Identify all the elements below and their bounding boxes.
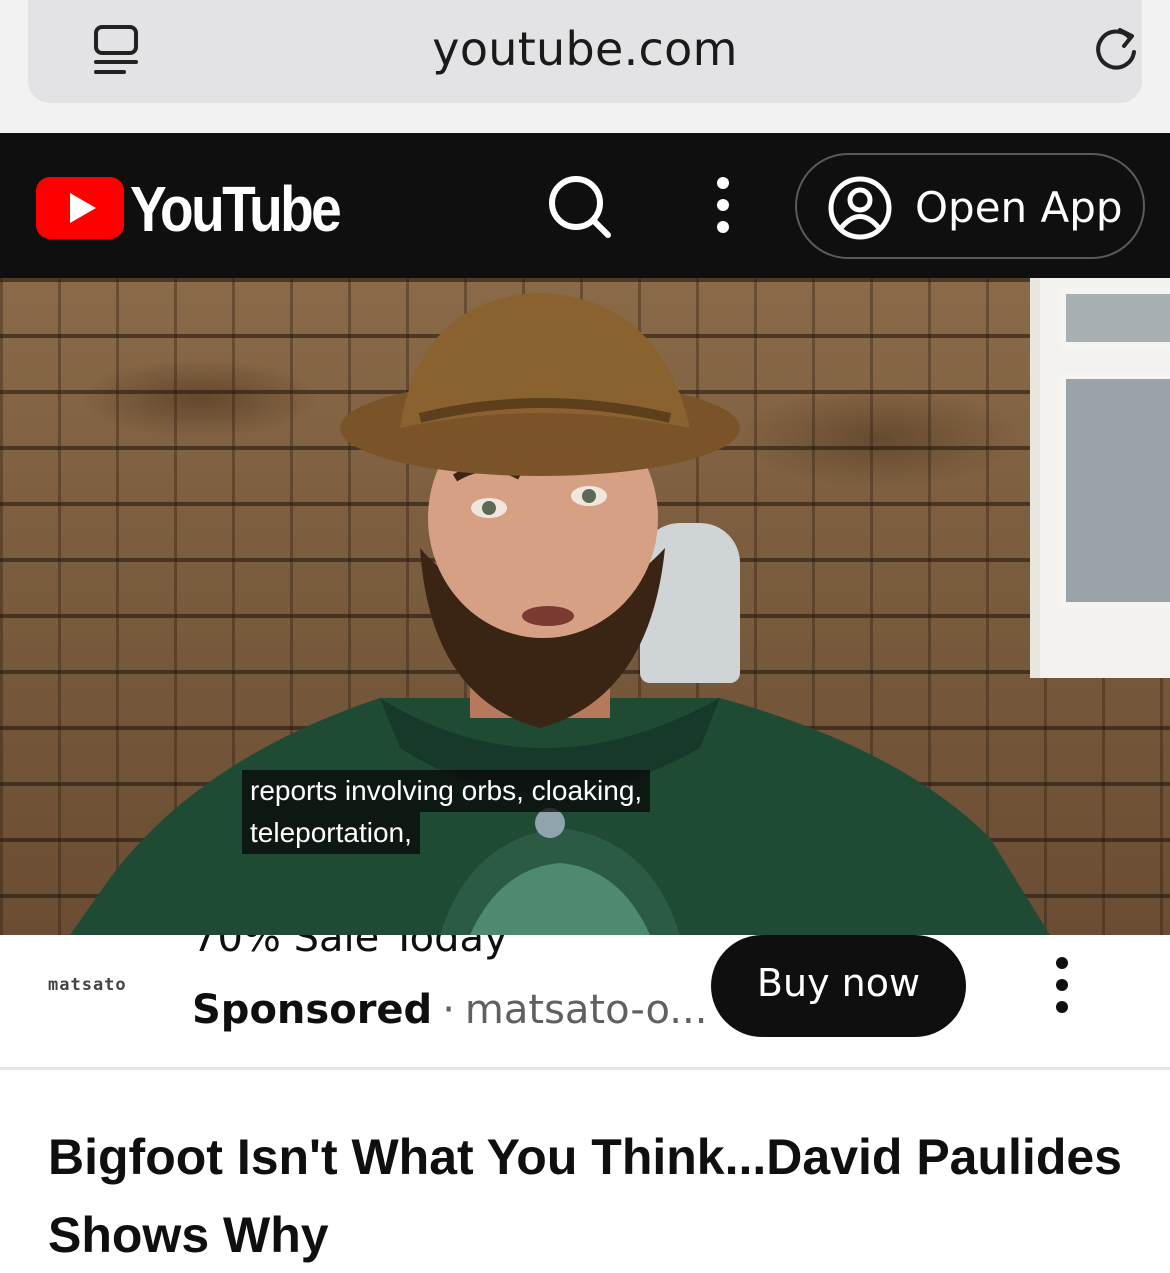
reload-icon[interactable] [1090, 24, 1142, 76]
more-vertical-icon[interactable] [700, 175, 746, 235]
youtube-logo[interactable]: YouTube [36, 177, 342, 241]
sponsored-label: Sponsored [192, 987, 433, 1033]
address-bar[interactable]: youtube.com [28, 0, 1142, 103]
open-app-label: Open App [915, 183, 1123, 232]
advertiser-logo[interactable]: matsato [48, 975, 127, 995]
more-vertical-icon[interactable] [1044, 955, 1080, 1015]
caption-line-2: teleportation, [242, 812, 420, 854]
browser-toolbar: youtube.com [0, 0, 1170, 133]
buy-now-button[interactable]: Buy now [711, 935, 966, 1037]
url-text[interactable]: youtube.com [28, 22, 1142, 76]
caption-line-1: reports involving orbs, cloaking, [242, 770, 651, 812]
search-icon[interactable] [544, 171, 614, 241]
ad-domain: matsato-o... [464, 987, 708, 1033]
ad-meta: Sponsored · matsato-o... [192, 987, 707, 1033]
video-captions: reports involving orbs, cloaking, telepo… [242, 770, 651, 854]
account-circle-icon [828, 176, 892, 240]
open-app-button[interactable]: Open App [795, 153, 1145, 259]
youtube-header: YouTube Open App [0, 133, 1170, 278]
ad-separator: · [442, 987, 455, 1033]
video-player[interactable]: reports involving orbs, cloaking, telepo… [0, 278, 1170, 935]
video-title[interactable]: Bigfoot Isn't What You Think...David Pau… [48, 1118, 1128, 1273]
ad-headline[interactable]: 70% Sale Today [192, 935, 508, 961]
youtube-wordmark: YouTube [130, 173, 342, 245]
youtube-play-icon [36, 177, 124, 239]
sponsored-ad[interactable]: matsato 70% Sale Today Sponsored · matsato… [0, 935, 1170, 1070]
